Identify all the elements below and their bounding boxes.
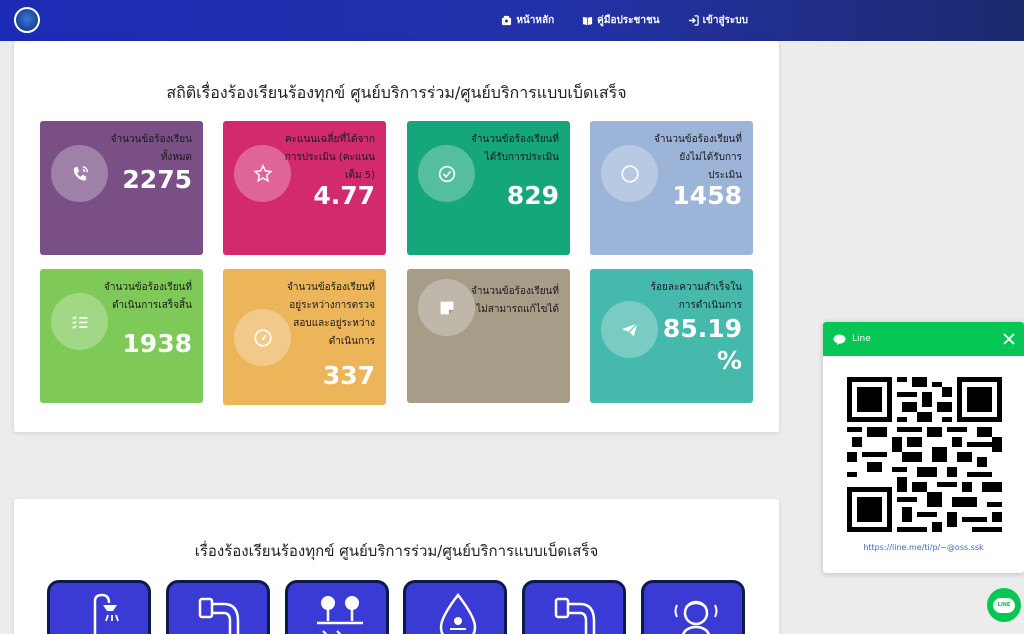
service-trees[interactable] [285, 580, 389, 634]
line-widget-header: Line [823, 322, 1024, 356]
stat-total-complaints: จำนวนข้อร้องเรียนทั้งหมด 2275 [40, 121, 203, 255]
stat-value: 4.77 [313, 181, 375, 210]
book-icon [583, 16, 593, 26]
statistics-card: สถิติเรื่องร้องเรียนร้องทุกข์ ศูนย์บริกา… [14, 41, 779, 432]
qr-code-image [847, 377, 1002, 532]
nav-home-label: หน้าหลัก [516, 15, 555, 26]
site-logo[interactable] [14, 7, 40, 33]
service-shower[interactable] [47, 580, 151, 634]
top-navbar: หน้าหลัก คู่มือประชาชน เข้าสู่ระบบ [0, 0, 1024, 41]
stat-label: จำนวนข้อร้องเรียนที่ยังไม่ได้รับการประเม… [654, 134, 742, 181]
stat-label: จำนวนข้อร้องเรียนที่ได้รับการประเมิน [471, 134, 559, 163]
line-logo-icon [833, 333, 846, 345]
service-complaint-person[interactable] [641, 580, 745, 634]
trees-icon [317, 596, 363, 634]
service-pipe[interactable] [166, 580, 270, 634]
line-widget-title: Line [852, 334, 871, 344]
close-icon[interactable] [1002, 332, 1016, 346]
stat-label: คะแนนเฉลี่ยที่ได้จากการประเมิน (คะแนนเต็… [284, 134, 375, 181]
stat-success-rate: ร้อยละความสำเร็จในการดำเนินการ 85.19 % [590, 269, 753, 403]
stat-value: 337 [322, 361, 375, 390]
stat-in-progress: จำนวนข้อร้องเรียนที่อยู่ระหว่างการตรวจสอ… [223, 269, 386, 405]
stat-completed: จำนวนข้อร้องเรียนที่ดำเนินการเสร็จสิ้น 1… [40, 269, 203, 403]
nav-manual-label: คู่มือประชาชน [597, 15, 660, 26]
stat-evaluated: จำนวนข้อร้องเรียนที่ได้รับการประเมิน 829 [407, 121, 570, 255]
nav-links: หน้าหลัก คู่มือประชาชน เข้าสู่ระบบ [501, 0, 748, 41]
water-drop-icon [439, 592, 477, 634]
stat-label: จำนวนข้อร้องเรียนทั้งหมด [110, 134, 192, 163]
faucet-icon [554, 597, 596, 634]
stat-label: จำนวนข้อร้องเรียนที่ไม่สามารถแก้ไขได้ [471, 286, 559, 315]
stat-unresolvable: จำนวนข้อร้องเรียนที่ไม่สามารถแก้ไขได้ [407, 269, 570, 403]
stat-not-evaluated: จำนวนข้อร้องเรียนที่ยังไม่ได้รับการประเม… [590, 121, 753, 255]
sign-in-icon [688, 15, 699, 26]
line-url-link[interactable]: https://line.me/ti/p/~@oss.ssk [823, 543, 1024, 552]
services-title: เรื่องร้องเรียนร้องทุกข์ ศูนย์บริการร่วม… [194, 542, 599, 560]
person-speaking-icon [674, 600, 718, 634]
stat-value: 829 [506, 181, 559, 210]
stat-value: 1458 [672, 181, 742, 210]
nav-home-link[interactable]: หน้าหลัก [501, 13, 554, 28]
nav-manual-link[interactable]: คู่มือประชาชน [582, 13, 660, 28]
service-water[interactable] [403, 580, 507, 634]
home-icon [502, 15, 512, 26]
stat-value: 85.19 % [662, 314, 742, 375]
shower-icon [93, 593, 119, 634]
nav-login-label: เข้าสู่ระบบ [702, 15, 748, 26]
service-faucet[interactable] [522, 580, 626, 634]
stat-value: 2275 [122, 165, 192, 194]
stat-value: 1938 [122, 329, 192, 358]
line-chat-widget: Line https://line.me/ti/p/~@oss.ssk [823, 322, 1024, 573]
line-chat-button[interactable]: LINE [987, 588, 1021, 622]
stat-label: จำนวนข้อร้องเรียนที่อยู่ระหว่างการตรวจสอ… [287, 282, 375, 347]
line-logo-icon: LINE [993, 597, 1015, 613]
statistics-title: สถิติเรื่องร้องเรียนร้องทุกข์ ศูนย์บริกา… [166, 83, 627, 102]
nav-login-link[interactable]: เข้าสู่ระบบ [688, 13, 748, 28]
stat-average-score: คะแนนเฉลี่ยที่ได้จากการประเมิน (คะแนนเต็… [223, 121, 386, 255]
pipe-icon [198, 597, 240, 634]
stat-label: จำนวนข้อร้องเรียนที่ดำเนินการเสร็จสิ้น [104, 282, 192, 311]
stat-label: ร้อยละความสำเร็จในการดำเนินการ [650, 282, 742, 311]
